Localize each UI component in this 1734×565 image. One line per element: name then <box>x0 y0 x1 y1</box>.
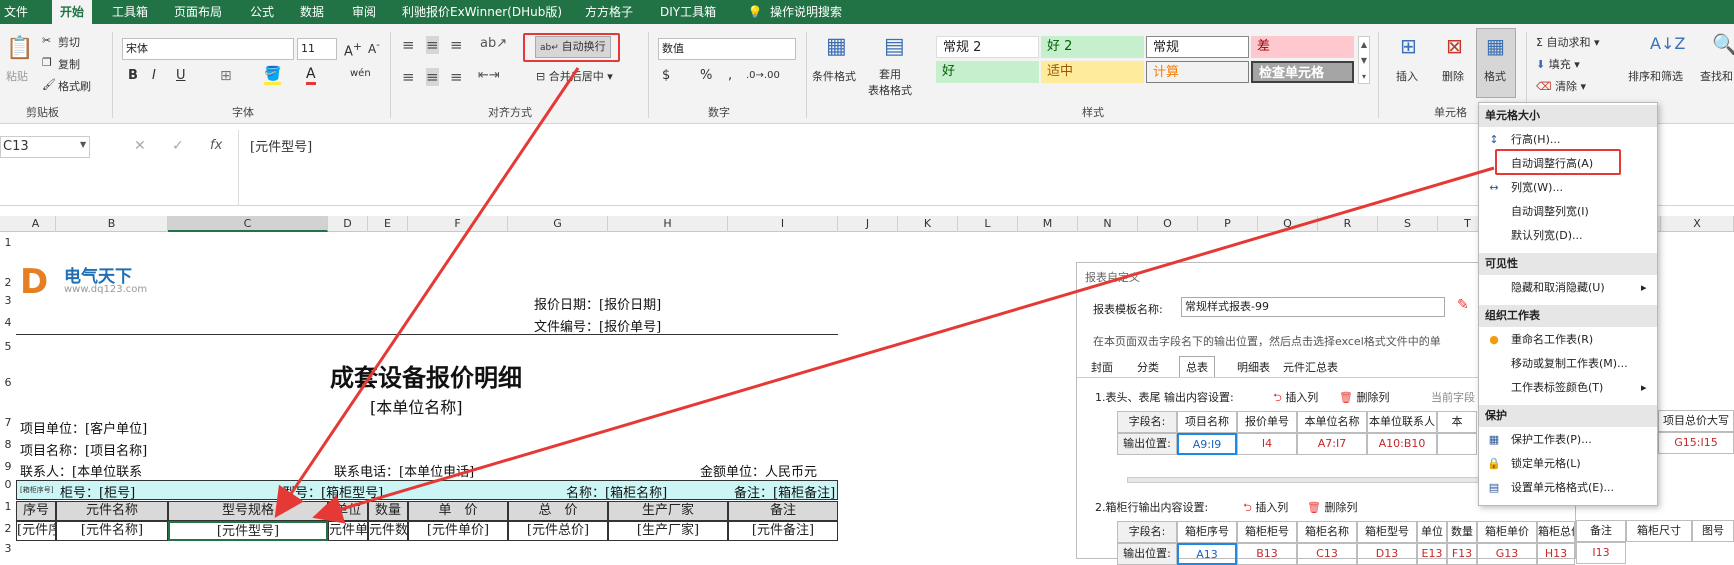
arrow-autofit-to-cell <box>312 166 1495 524</box>
arrow-wrap-to-cell <box>274 67 580 518</box>
annotation-arrows <box>274 67 1495 524</box>
